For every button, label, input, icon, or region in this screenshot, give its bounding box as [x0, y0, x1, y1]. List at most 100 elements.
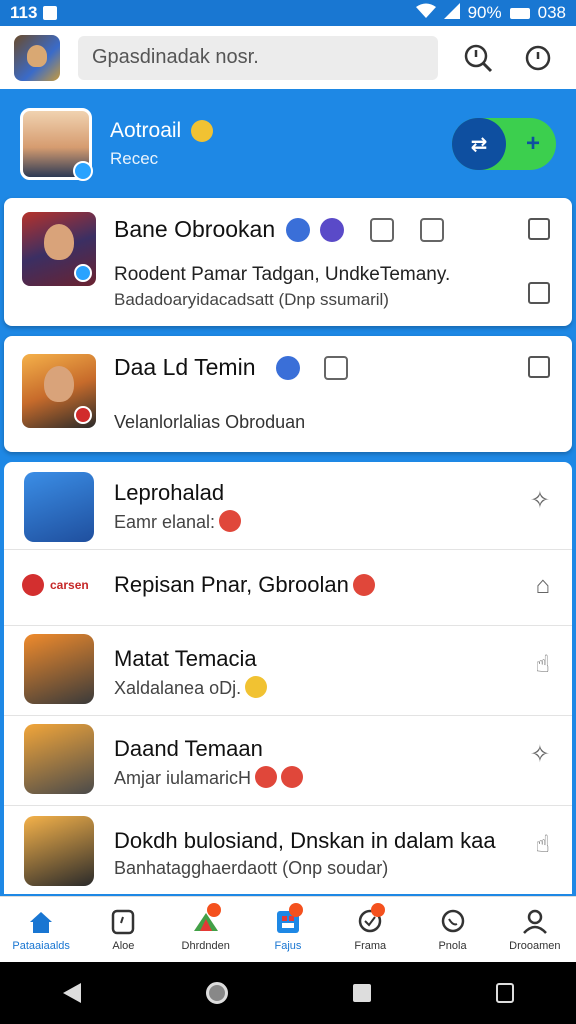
- verified-badge-icon: [74, 264, 92, 282]
- list-subtitle: Xaldalanea oDj.: [114, 676, 268, 699]
- card-title: Bane Obrookan: [114, 216, 276, 242]
- list-thumbnail: [24, 724, 94, 794]
- character-face: [44, 366, 74, 402]
- search-placeholder: Gpasdinadak nosr.: [92, 46, 259, 68]
- profile-subtitle: Recec: [110, 149, 159, 168]
- verified-badge-icon: [73, 161, 93, 181]
- emoji-icon: [245, 676, 268, 698]
- heart-icon: [22, 574, 44, 596]
- mode-toggle[interactable]: ⇄ +: [452, 118, 556, 170]
- nav-home[interactable]: Pataaiaalds: [0, 897, 82, 962]
- clock-icon: [525, 45, 551, 70]
- card-meta: Badadoaryidacadsatt (Dnp ssumaril): [114, 290, 389, 309]
- list-item[interactable]: Daand Temaan Amjar iulamaricH ✧: [4, 716, 572, 806]
- list-item[interactable]: Dokdh bulosiand, Dnskan in dalam kaa Ban…: [4, 806, 572, 894]
- nav-label: Frama: [354, 939, 387, 952]
- battery-percent: 90%: [467, 3, 502, 22]
- pin-icon[interactable]: ✧: [530, 486, 550, 515]
- nav-chat[interactable]: Frama: [329, 897, 411, 962]
- badge-icon: [74, 406, 92, 424]
- wifi-icon: [415, 3, 436, 24]
- notification-badge: [206, 903, 221, 917]
- emoji-icon: [219, 510, 242, 532]
- like-icon[interactable]: ☝: [535, 830, 550, 859]
- search-button[interactable]: [458, 38, 498, 78]
- recents-icon[interactable]: [352, 984, 371, 1002]
- nav-clock[interactable]: Aloe: [82, 897, 164, 962]
- card-thumbnail[interactable]: [22, 354, 96, 428]
- card-actions: [276, 356, 348, 380]
- app-logo[interactable]: [14, 34, 60, 81]
- list-thumbnail: [24, 472, 94, 542]
- screenshot-icon[interactable]: [495, 983, 514, 1003]
- bottom-navigation: Pataaiaalds Aloe Dhrdnden Fajus Frama Pn…: [0, 896, 576, 962]
- top-app-bar: Gpasdinadak nosr.: [0, 26, 576, 92]
- list-title: Leprohalad: [114, 480, 225, 505]
- list-item[interactable]: carsen Repisan Pnar, Gbroolan ⌂: [4, 550, 572, 626]
- nav-label: Pnola: [438, 939, 467, 952]
- emoji-box-icon[interactable]: [324, 356, 348, 380]
- card-thumbnail[interactable]: [22, 212, 96, 286]
- verified-icon[interactable]: [276, 356, 300, 380]
- shield-icon: [352, 574, 375, 596]
- list-subtitle-text: Eamr elanal:: [114, 512, 216, 532]
- avatar[interactable]: [20, 108, 93, 181]
- search-icon: [464, 44, 493, 72]
- home-button-icon[interactable]: [205, 982, 228, 1004]
- bookmark-icon[interactable]: [528, 218, 550, 240]
- nav-grid[interactable]: Fajus: [247, 897, 329, 962]
- nav-profile[interactable]: Drooamen: [494, 897, 576, 962]
- system-navigation-bar: [0, 962, 576, 1024]
- card-title: Daa Ld Temin: [114, 354, 256, 380]
- list-subtitle: Banhatagghaerdaott (Onp soudar): [114, 858, 389, 878]
- list-subtitle: Amjar iulamaricH: [114, 766, 304, 789]
- list-subtitle: Eamr elanal:: [114, 510, 242, 533]
- list-title: Matat Temacia: [114, 646, 257, 671]
- nav-phone[interactable]: Pnola: [411, 897, 493, 962]
- home-icon: [27, 908, 55, 936]
- nav-trending[interactable]: Dhrdnden: [165, 897, 247, 962]
- list-item[interactable]: Matat Temacia Xaldalanea oDj. ☝: [4, 626, 572, 716]
- list-title: Dokdh bulosiand, Dnskan in dalam kaa: [114, 828, 496, 853]
- feed-list: Leprohalad Eamr elanal: ✧ carsen Repisan…: [4, 462, 572, 894]
- signal-icon: [443, 2, 460, 24]
- list-item[interactable]: Leprohalad Eamr elanal: ✧: [4, 462, 572, 550]
- verified-icon[interactable]: [286, 218, 310, 242]
- profile-name: Aotroail: [110, 119, 182, 142]
- phone-icon: [439, 908, 467, 936]
- person-icon: [521, 908, 549, 936]
- list-thumbnail: [24, 816, 94, 886]
- status-bar: 113 90% 038: [0, 0, 576, 26]
- status-extra: 038: [537, 3, 566, 22]
- nav-label: Fajus: [274, 939, 302, 952]
- card-description: Roodent Pamar Tadgan, UndkeTemany.: [114, 264, 451, 285]
- nav-label: Aloe: [112, 939, 135, 952]
- emoji-icon: [281, 766, 304, 788]
- card-actions: [286, 218, 444, 242]
- character-face: [44, 224, 74, 260]
- search-input[interactable]: Gpasdinadak nosr.: [78, 35, 438, 80]
- post-card[interactable]: Bane Obrookan Roodent Pamar Tadgan, Undk…: [4, 198, 572, 326]
- list-title: Daand Temaan: [114, 736, 263, 761]
- info-button[interactable]: [518, 38, 558, 78]
- back-icon[interactable]: [62, 983, 81, 1003]
- bookmark-icon[interactable]: ⌂: [536, 572, 551, 600]
- list-subtitle-text: Xaldalanea oDj.: [114, 678, 242, 698]
- card-description: Velanlorlalias Obroduan: [114, 412, 306, 432]
- post-card[interactable]: Daa Ld Temin Velanlorlalias Obroduan: [4, 336, 572, 452]
- bookmark-icon[interactable]: [528, 356, 550, 378]
- pin-icon[interactable]: ✧: [530, 740, 550, 769]
- hand-icon[interactable]: [420, 218, 444, 242]
- nav-label: Dhrdnden: [181, 939, 230, 952]
- clock-icon: [109, 908, 137, 936]
- battery-icon: [509, 7, 530, 19]
- like-icon[interactable]: ☝: [535, 650, 550, 679]
- toggle-knob-icon: ⇄: [452, 118, 506, 170]
- tablet-icon[interactable]: [528, 282, 550, 304]
- share-icon[interactable]: [320, 218, 344, 242]
- category-chip: carsen: [22, 574, 89, 596]
- list-thumbnail: [24, 634, 94, 704]
- save-icon[interactable]: [370, 218, 394, 242]
- plus-icon: +: [525, 130, 540, 157]
- emoji-icon: [255, 766, 278, 788]
